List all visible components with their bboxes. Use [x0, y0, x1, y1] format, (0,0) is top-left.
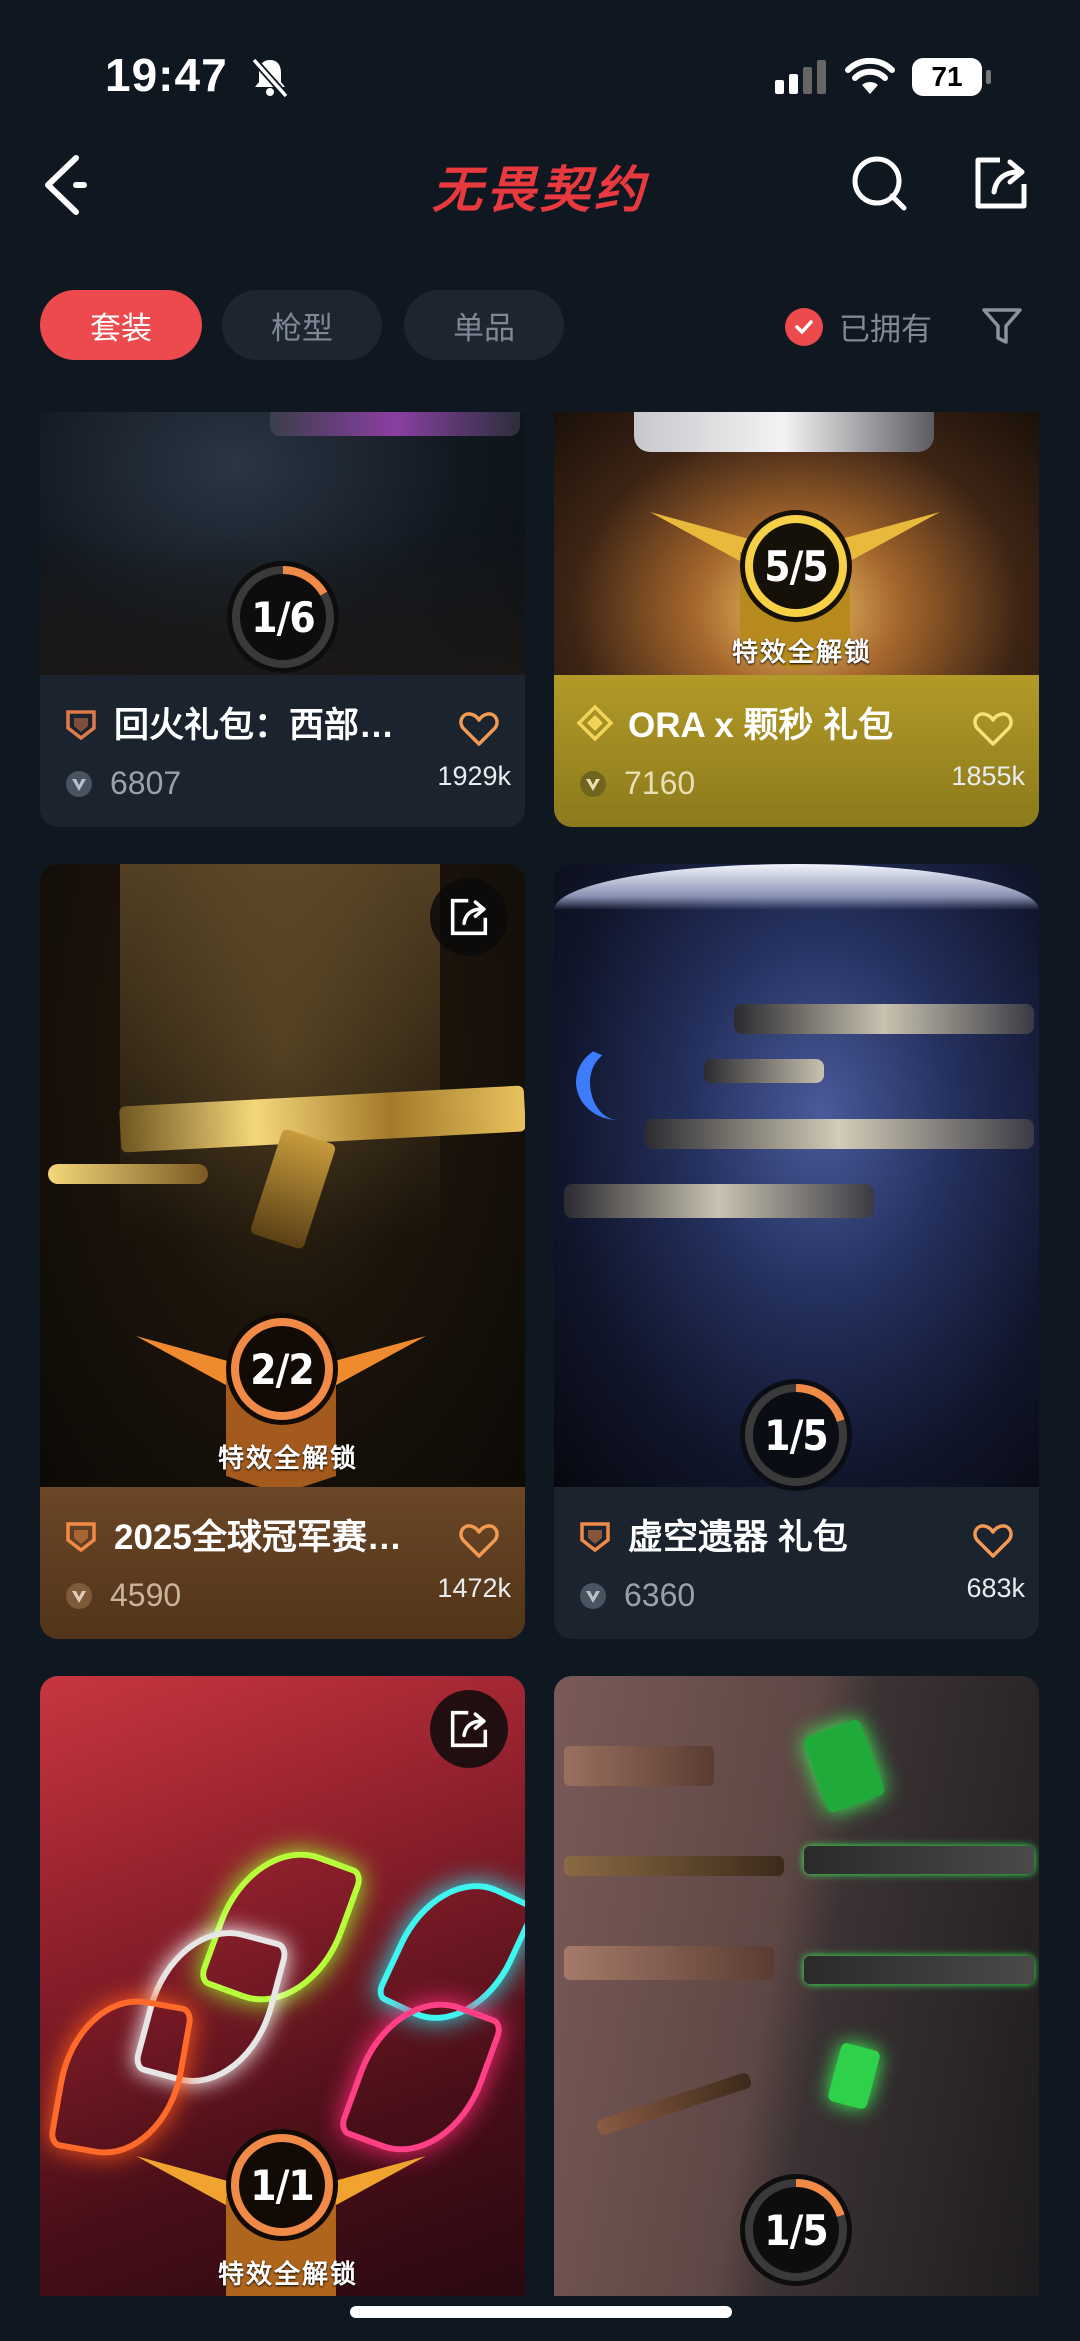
progress-label: 2/2	[250, 1344, 314, 1394]
effects-unlocked-label: 特效全解锁	[732, 637, 873, 667]
progress-label: 1/6	[251, 592, 315, 642]
vp-currency-icon	[580, 770, 606, 797]
progress-label: 1/5	[764, 2205, 828, 2255]
weapon-image	[734, 1004, 1034, 1034]
favorite-heart-icon[interactable]	[973, 711, 1013, 747]
knife-image	[46, 1986, 196, 2168]
axe-image	[595, 2071, 753, 2137]
progress-label: 1/1	[250, 2160, 314, 2210]
vp-currency-icon	[66, 1582, 92, 1609]
weapon-image	[704, 1059, 824, 1083]
share-card-button[interactable]	[430, 878, 508, 956]
tier-badge-icon	[580, 1521, 610, 1552]
weapon-image	[564, 1184, 874, 1218]
tab-sets[interactable]: 套装	[40, 290, 202, 360]
share-icon	[450, 1710, 488, 1748]
bundle-card[interactable]: 1/5	[554, 1676, 1039, 2296]
tier-badge-icon	[576, 704, 614, 741]
tab-single-item[interactable]: 单品	[404, 290, 564, 360]
wifi-icon	[845, 58, 895, 94]
tab-gun-type[interactable]: 枪型	[222, 290, 382, 360]
bundle-name: 回火礼包：西部…	[114, 706, 395, 745]
weapon-image	[804, 1956, 1034, 1984]
card-info: 2025全球冠军赛… 4590 1472k	[40, 1487, 525, 1639]
owned-label: 已拥有	[839, 312, 932, 347]
effects-unlocked-label: 特效全解锁	[218, 1443, 359, 1473]
bundle-card[interactable]: 1/1 特效全解锁	[40, 1676, 525, 2296]
bundle-card[interactable]: 1/5 虚空遗器 礼包 6360 683k	[554, 864, 1039, 1639]
filter-funnel-icon[interactable]	[980, 304, 1024, 348]
collection-progress-ring: 1/5	[737, 2171, 855, 2289]
ceiling-light	[554, 864, 1039, 910]
favorite-heart-icon[interactable]	[459, 1523, 499, 1559]
charm-image	[826, 2041, 882, 2111]
collection-progress-ring: 5/5	[737, 507, 855, 625]
bundle-name: 虚空遗器 礼包	[628, 1518, 848, 1557]
weapon-image	[644, 1119, 1034, 1149]
top-navigation: 无畏契约	[0, 130, 1080, 240]
bundle-card[interactable]: 1/6 回火礼包：西部… 6807 1929k	[40, 412, 525, 827]
bundle-name: 2025全球冠军赛…	[114, 1518, 402, 1557]
weapon-image	[270, 412, 520, 436]
mute-bell-icon	[251, 57, 289, 99]
card-info: ORA x 颗秒 礼包 7160 1855k	[554, 675, 1039, 827]
popularity-count: 683k	[966, 1573, 1025, 1603]
bundle-price: 7160	[624, 765, 696, 801]
axe-image	[802, 1718, 886, 1814]
share-icon	[450, 898, 488, 936]
collection-progress-ring: 1/6	[224, 558, 342, 676]
knife-image	[576, 1044, 660, 1120]
collection-progress-ring: 1/1	[223, 2126, 341, 2244]
vp-currency-icon	[66, 770, 92, 797]
cellular-signal-icon	[775, 60, 826, 94]
bundle-card[interactable]: 5/5 特效全解锁 ORA x 颗秒 礼包 7160 1855k	[554, 412, 1039, 827]
tier-badge-icon	[66, 1521, 96, 1552]
battery-cap	[986, 70, 991, 84]
progress-label: 5/5	[764, 541, 828, 591]
home-indicator	[350, 2306, 732, 2318]
bundle-price: 6807	[110, 765, 182, 801]
progress-label: 1/5	[764, 1410, 828, 1460]
collection-progress-ring: 2/2	[223, 1310, 341, 1428]
weapon-image	[564, 1946, 774, 1980]
share-card-button[interactable]	[430, 1690, 508, 1768]
page-title: 无畏契约	[432, 162, 648, 218]
battery-indicator: 71	[912, 58, 982, 96]
popularity-count: 1929k	[437, 761, 511, 791]
weapon-image	[804, 1846, 1034, 1874]
weapon-image	[564, 1746, 714, 1786]
owned-toggle[interactable]: 已拥有	[785, 304, 932, 349]
effects-unlocked-label: 特效全解锁	[218, 2259, 359, 2289]
bundle-name: ORA x 颗秒 礼包	[628, 706, 894, 745]
collection-progress-ring: 1/5	[737, 1376, 855, 1494]
checkmark-icon	[785, 307, 823, 346]
card-info: 虚空遗器 礼包 6360 683k	[554, 1487, 1039, 1639]
knife-image	[335, 1980, 507, 2174]
favorite-heart-icon[interactable]	[973, 1523, 1013, 1559]
filter-bar: 套装 枪型 单品 已拥有	[0, 290, 1080, 366]
status-bar: 19:47 71	[0, 0, 1080, 130]
weapon-image	[564, 1856, 784, 1876]
status-time: 19:47	[105, 49, 228, 101]
popularity-count: 1472k	[437, 1573, 511, 1603]
tier-badge-icon	[66, 709, 96, 740]
favorite-heart-icon[interactable]	[459, 711, 499, 747]
popularity-count: 1855k	[951, 761, 1025, 791]
weapon-image	[634, 412, 934, 452]
vp-currency-icon	[580, 1582, 606, 1609]
search-icon[interactable]	[848, 152, 910, 214]
bundle-price: 6360	[624, 1577, 696, 1613]
knife-image	[48, 1164, 208, 1184]
card-info: 回火礼包：西部… 6807 1929k	[40, 675, 525, 827]
bundle-card[interactable]: 2/2 特效全解锁 2025全球冠军赛… 4590 1472k	[40, 864, 525, 1639]
share-icon[interactable]	[970, 152, 1032, 214]
bundle-price: 4590	[110, 1577, 182, 1613]
